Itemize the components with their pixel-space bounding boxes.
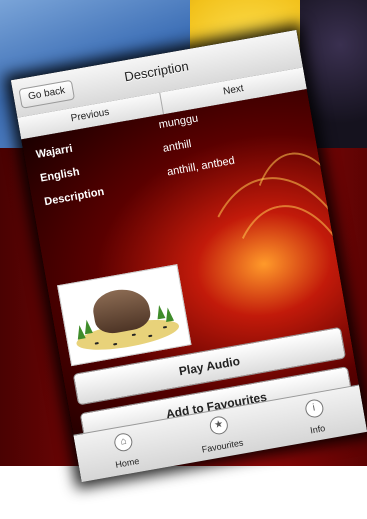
wajarri-value: munggu: [157, 112, 200, 132]
description-value: anthill, antbed: [166, 154, 236, 179]
anthill-image: [57, 264, 192, 367]
star-icon: ★: [208, 414, 230, 436]
english-label: English: [39, 165, 81, 185]
content-area: Wajarri munggu English anthill Descripti…: [21, 89, 367, 453]
grass-tuft: [163, 306, 174, 322]
tab-label: Favourites: [200, 437, 245, 455]
grass-tuft: [82, 319, 93, 335]
english-value: anthill: [161, 137, 193, 155]
description-label: Description: [43, 185, 106, 209]
background-white-area: [0, 466, 367, 519]
tab-label: Info: [309, 423, 326, 436]
tab-label: Home: [114, 455, 140, 470]
info-icon: i: [303, 398, 325, 420]
wajarri-label: Wajarri: [35, 142, 74, 161]
home-icon: ⌂: [113, 431, 135, 453]
